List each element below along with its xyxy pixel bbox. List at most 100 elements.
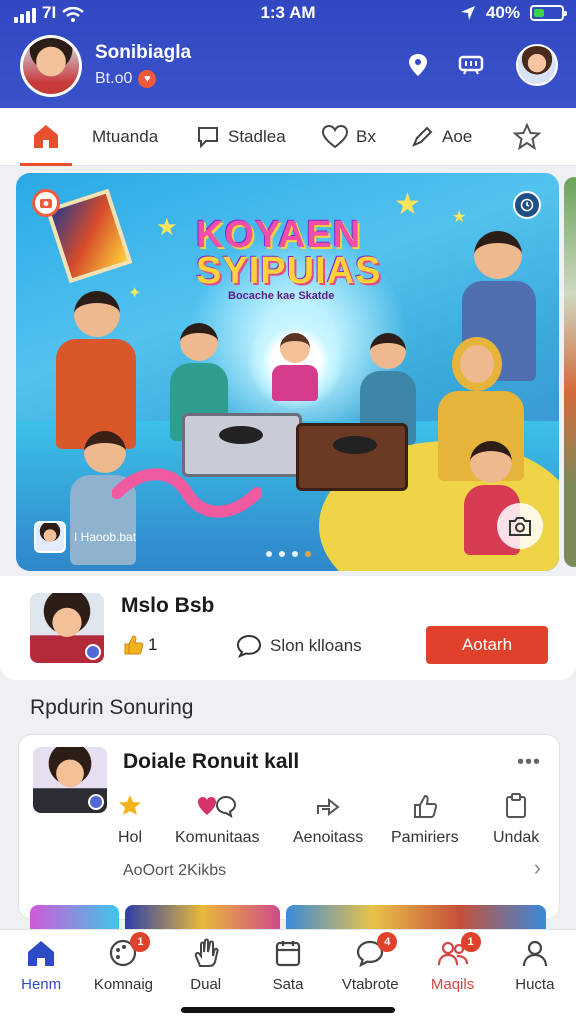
- community-subtext: AoOort 2Kikbs: [123, 862, 227, 879]
- nav-label: Vtabrote: [341, 976, 399, 993]
- user-name: Sonibiagla: [95, 42, 192, 63]
- people-icon: 1: [437, 932, 481, 968]
- media-button[interactable]: [458, 52, 484, 78]
- hero-title: KOYAEN SYIPUIAS: [196, 216, 381, 290]
- community-action-komunitaas[interactable]: Komunitaas: [175, 793, 260, 847]
- user-subtitle-row: Bt.o0 ♥: [95, 70, 157, 88]
- sparkle-icon: ★: [394, 188, 421, 221]
- avatar-face: [23, 38, 79, 94]
- hero-credit[interactable]: I Haoob.bat: [34, 521, 136, 553]
- nav-label: Komnaig: [93, 976, 154, 993]
- tab-label: Mtuanda: [92, 127, 159, 146]
- nav-item-hucta[interactable]: Hucta: [495, 938, 575, 993]
- nav-item-vtabrote[interactable]: 4 Vtabrote: [330, 932, 410, 993]
- media-icon: [458, 55, 484, 75]
- hero-subtitle: Bocache kae Skatde: [228, 290, 335, 302]
- tab-label: Aoe: [442, 127, 473, 146]
- next-slide-peek[interactable]: [564, 177, 576, 567]
- nav-item-maqils[interactable]: 1 Maqils: [413, 932, 493, 993]
- carousel-dot[interactable]: [279, 551, 285, 557]
- thumb-icon: [413, 794, 437, 818]
- community-action-undak[interactable]: Undak: [493, 793, 539, 847]
- post-author: Mslo Bsb: [121, 594, 215, 617]
- chevron-right-icon[interactable]: ›: [534, 855, 541, 881]
- sparkle-icon: ★: [156, 214, 178, 241]
- heart-icon: [322, 125, 348, 149]
- calendar-icon: [274, 938, 302, 968]
- profile-icon: [521, 938, 549, 968]
- like-count-button[interactable]: 1: [122, 634, 157, 656]
- community-avatar[interactable]: [33, 747, 107, 813]
- turntable-right: [296, 423, 408, 491]
- hero-banner[interactable]: ★ ★ ★ ✦ KOYAEN SYIPUIAS Bocache kae Skat…: [16, 173, 559, 571]
- notification-badge: 4: [377, 932, 398, 952]
- location-arrow-icon: [460, 6, 475, 20]
- hero-kid: [272, 333, 318, 403]
- status-bar: 7I 1:3 AM 40%: [0, 0, 576, 26]
- tab-mtuanda[interactable]: Mtuanda: [92, 108, 158, 166]
- camera-icon: [509, 517, 531, 536]
- tab-stadlea[interactable]: Stadlea: [196, 108, 286, 166]
- more-options-icon[interactable]: •••: [517, 751, 541, 774]
- like-count: 1: [148, 635, 158, 654]
- carousel-dot[interactable]: [266, 551, 272, 557]
- nav-item-henm[interactable]: Henm: [1, 938, 81, 993]
- nav-item-sata[interactable]: Sata: [248, 938, 328, 993]
- tab-aoe[interactable]: Aoe: [410, 108, 472, 166]
- post-avatar[interactable]: [30, 593, 104, 663]
- location-pin-button[interactable]: [405, 52, 431, 78]
- heart-badge-icon: ♥: [138, 70, 157, 88]
- tab-label: Bx: [356, 127, 376, 146]
- star-hand-icon: [119, 795, 141, 815]
- profile-avatar[interactable]: [20, 35, 82, 97]
- share-arrow-icon: [317, 797, 340, 817]
- thumbs-up-icon: [124, 635, 144, 655]
- nav-item-komnaig[interactable]: 1 Komnaig: [83, 932, 163, 993]
- community-card[interactable]: Doiale Ronuit kall ••• Hol Komunitaas Ae…: [18, 734, 560, 920]
- hand-icon: [192, 938, 220, 968]
- person-guitar: [56, 291, 136, 449]
- section-title: Rpdurin Sonuring: [30, 696, 194, 719]
- account-avatar[interactable]: [516, 44, 558, 86]
- comment-label: Slon klloans: [270, 636, 362, 655]
- battery-icon: [530, 5, 567, 21]
- palette-icon: 1: [108, 932, 151, 968]
- community-action-aenoitass[interactable]: Aenoitass: [293, 793, 363, 847]
- hero-stories-button[interactable]: [32, 189, 60, 217]
- tab-home[interactable]: [20, 108, 72, 166]
- nav-item-dual[interactable]: Dual: [166, 938, 246, 993]
- tab-favorites[interactable]: [513, 108, 541, 166]
- home-icon: [26, 938, 56, 968]
- tab-bar: Mtuanda Stadlea Bx Aoe: [0, 108, 576, 166]
- community-action-label: Aenoitass: [293, 829, 364, 846]
- nav-label: Hucta: [515, 976, 555, 993]
- carousel-dots[interactable]: [266, 551, 311, 557]
- carousel-dot[interactable]: [292, 551, 298, 557]
- notification-badge: 1: [460, 932, 481, 952]
- community-action-label: Komunitaas: [175, 829, 260, 846]
- camera-icon: [40, 199, 52, 208]
- tab-bx[interactable]: Bx: [322, 108, 376, 166]
- location-pin-icon: [409, 54, 427, 76]
- comment-button[interactable]: Slon klloans: [236, 634, 362, 658]
- carousel-dot[interactable]: [305, 551, 311, 557]
- community-action-hol[interactable]: Hol: [117, 793, 143, 847]
- status-right: 40%: [460, 3, 567, 23]
- community-action-pamiriers[interactable]: Pamiriers: [391, 793, 459, 847]
- battery-percent: 40%: [485, 3, 520, 22]
- heart-chat-icon: [198, 795, 237, 819]
- credit-avatar: [34, 521, 66, 553]
- share-icon: [412, 126, 433, 147]
- home-indicator: [181, 1007, 395, 1013]
- tab-label: Stadlea: [228, 127, 286, 146]
- clipboard-icon: [506, 793, 527, 818]
- hero-menu-button[interactable]: [513, 191, 541, 219]
- notification-badge: 1: [130, 932, 151, 952]
- community-action-label: Undak: [493, 829, 540, 846]
- star-icon: [513, 123, 541, 151]
- nav-label: Henm: [21, 976, 62, 993]
- nav-label: Dual: [190, 976, 222, 993]
- camera-button[interactable]: [497, 503, 543, 549]
- post-action-button[interactable]: Aotarh: [426, 626, 548, 664]
- home-icon: [34, 124, 58, 148]
